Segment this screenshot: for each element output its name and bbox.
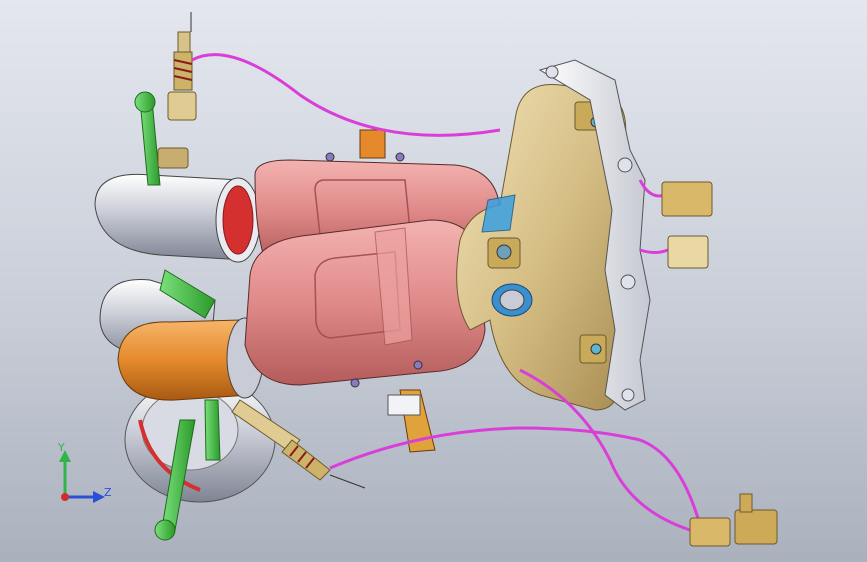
turbo-outlet-elbow[interactable] <box>117 317 264 401</box>
triad-z-label: Z <box>104 486 112 499</box>
catalytic-converter-lower[interactable] <box>244 219 486 388</box>
triad-y-label: Y <box>58 441 65 454</box>
oxygen-sensor-upstream[interactable] <box>157 12 197 169</box>
wire-connectors[interactable] <box>661 181 778 547</box>
cad-viewport[interactable]: Y Z <box>0 0 867 562</box>
inlet-pipe-upper[interactable] <box>94 173 261 263</box>
